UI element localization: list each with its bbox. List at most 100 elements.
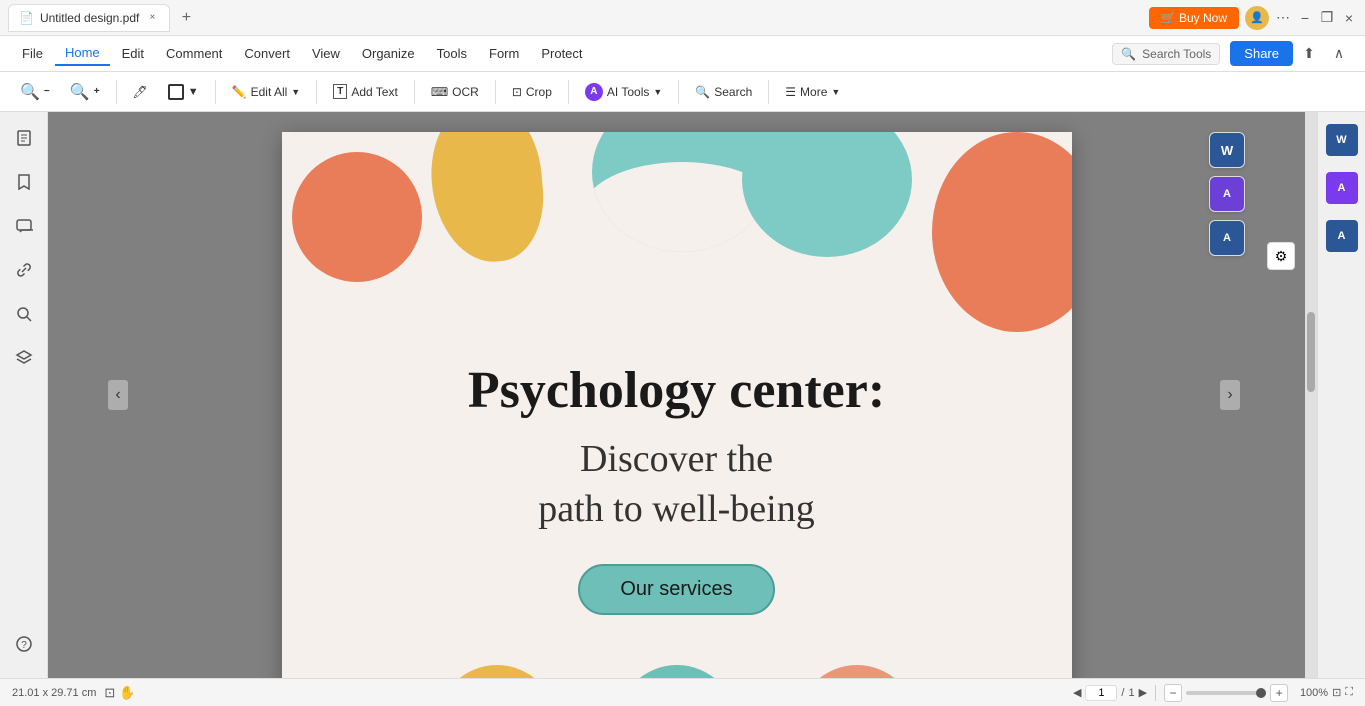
sidebar-comment-icon[interactable]: [10, 212, 38, 240]
separator-5: [495, 80, 496, 104]
next-page-arrow[interactable]: ▶: [1139, 686, 1147, 699]
sidebar-help-icon[interactable]: ?: [10, 630, 38, 658]
edit-icon: ✏️: [232, 85, 247, 99]
edit-all-label: Edit All: [251, 85, 288, 99]
hand-icon[interactable]: ✋: [119, 685, 135, 701]
menu-protect[interactable]: Protect: [531, 42, 592, 65]
current-page-input[interactable]: [1085, 685, 1117, 701]
menu-comment[interactable]: Comment: [156, 42, 232, 65]
total-pages: 1: [1128, 687, 1134, 699]
separator-4: [414, 80, 415, 104]
ocr-button[interactable]: ⌨ OCR: [423, 81, 487, 103]
menu-convert[interactable]: Convert: [234, 42, 300, 65]
zoom-control: − + 100% ⊡ ⛶: [1164, 684, 1353, 702]
separator-6: [568, 80, 569, 104]
menu-file[interactable]: File: [12, 42, 53, 65]
status-bar: 21.01 x 29.71 cm ⊡ ✋ ◀ / 1 ▶ − + 100% ⊡ …: [0, 678, 1365, 706]
zoom-out-status-btn[interactable]: −: [1164, 684, 1182, 702]
file-name: Untitled design.pdf: [40, 11, 139, 25]
tab-area: 📄 Untitled design.pdf × +: [8, 4, 198, 32]
share-button[interactable]: Share: [1230, 41, 1293, 66]
pdf-subtitle-line2: path to well-being: [538, 488, 814, 530]
fullscreen-btn[interactable]: ⛶: [1345, 686, 1353, 699]
close-window[interactable]: ×: [1341, 10, 1357, 26]
upload-button[interactable]: ⬆: [1295, 40, 1323, 68]
prev-page-btn[interactable]: ‹: [108, 380, 128, 410]
ai-panel-icon: A: [1223, 188, 1231, 200]
pdf-subtitle: Discover the path to well-being: [342, 435, 1012, 534]
dimensions-label: 21.01 x 29.71 cm: [12, 687, 96, 699]
separator-1: [116, 80, 117, 104]
menu-organize[interactable]: Organize: [352, 42, 425, 65]
canvas-area[interactable]: ‹ Psychology center:: [48, 112, 1305, 678]
minimize-button[interactable]: ⋯: [1275, 10, 1291, 26]
highlight-icon: 🖊: [133, 85, 148, 99]
sidebar-bookmark-icon[interactable]: [10, 168, 38, 196]
pdf-text-content: Psychology center: Discover the path to …: [282, 342, 1072, 655]
right-panel-btn-3[interactable]: A: [1326, 220, 1358, 252]
zoom-out-icon: 🔍: [20, 82, 40, 102]
tab-close-btn[interactable]: ×: [145, 11, 159, 25]
minimize-window[interactable]: −: [1297, 10, 1313, 26]
ai-tools-button[interactable]: A AI Tools ▼: [577, 79, 670, 105]
highlight-button[interactable]: 🖊: [125, 81, 156, 103]
new-tab-btn[interactable]: +: [174, 6, 198, 30]
word-convert-btn[interactable]: W: [1209, 132, 1245, 168]
toolbar: 🔍 − 🔍 + 🖊 ▼ ✏️ Edit All ▼ T Add Text ⌨ O…: [0, 72, 1365, 112]
more-button[interactable]: ☰ More ▼: [777, 81, 848, 103]
edit-all-button[interactable]: ✏️ Edit All ▼: [224, 81, 309, 103]
scroll-thumb[interactable]: [1307, 312, 1315, 392]
sidebar-search-icon[interactable]: [10, 300, 38, 328]
page-navigation: ◀ / 1 ▶: [1073, 685, 1147, 701]
settings-panel-btn[interactable]: ⚙: [1267, 242, 1295, 270]
more-label: More: [800, 85, 827, 99]
svg-text:?: ?: [21, 640, 27, 651]
restore-window[interactable]: ❐: [1319, 10, 1335, 26]
menu-edit[interactable]: Edit: [112, 42, 154, 65]
right-panel-btn-2[interactable]: A: [1326, 172, 1358, 204]
separator-8: [768, 80, 769, 104]
select-icon: [168, 84, 184, 100]
zoom-out-label: −: [44, 86, 50, 97]
sidebar-pages-icon[interactable]: [10, 124, 38, 152]
search-label: Search: [714, 85, 752, 99]
pdf-subtitle-line1: Discover the: [580, 438, 773, 480]
menu-home[interactable]: Home: [55, 41, 110, 66]
add-text-button[interactable]: T Add Text: [325, 80, 406, 103]
zoom-out-button[interactable]: 🔍 −: [12, 78, 58, 106]
fit-mode-btn[interactable]: ⊡: [1332, 686, 1341, 699]
fit-icon[interactable]: ⊡: [104, 685, 115, 701]
ai-panel-btn[interactable]: A: [1209, 176, 1245, 212]
right-panel-btn-1[interactable]: W: [1326, 124, 1358, 156]
scroll-track[interactable]: [1305, 112, 1317, 678]
prev-page-arrow[interactable]: ◀: [1073, 686, 1081, 699]
more-icon: ☰: [785, 85, 796, 99]
right-sidebar: W A A: [1317, 112, 1365, 678]
search-button[interactable]: 🔍 Search: [687, 81, 760, 103]
menu-view[interactable]: View: [302, 42, 350, 65]
shape-yellow: [425, 132, 549, 266]
collapse-button[interactable]: ∧: [1325, 40, 1353, 68]
next-page-btn[interactable]: ›: [1220, 380, 1240, 410]
zoom-in-status-btn[interactable]: +: [1270, 684, 1288, 702]
crop-button[interactable]: ⊡ Crop: [504, 81, 560, 103]
search-tools-area[interactable]: 🔍 Search Tools: [1112, 43, 1220, 65]
buy-now-button[interactable]: 🛒 Buy Now: [1149, 7, 1239, 29]
sidebar-layers-icon[interactable]: [10, 344, 38, 372]
shape-orange-right: [932, 132, 1072, 332]
menu-form[interactable]: Form: [479, 42, 529, 65]
ocr-icon: ⌨: [431, 85, 448, 99]
word2-btn[interactable]: A: [1209, 220, 1245, 256]
file-tab[interactable]: 📄 Untitled design.pdf ×: [8, 4, 170, 32]
edit-all-arrow: ▼: [291, 87, 300, 97]
illustration-3: [797, 665, 917, 678]
sidebar-link-icon[interactable]: [10, 256, 38, 284]
zoom-in-button[interactable]: 🔍 +: [62, 78, 108, 106]
add-text-label: Add Text: [351, 85, 397, 99]
select-arrow: ▼: [188, 86, 199, 98]
select-button[interactable]: ▼: [160, 80, 207, 104]
status-bar-right: ◀ / 1 ▶ − + 100% ⊡ ⛶: [1073, 684, 1353, 702]
separator-3: [316, 80, 317, 104]
menu-tools[interactable]: Tools: [427, 42, 477, 65]
zoom-slider[interactable]: [1186, 691, 1266, 695]
